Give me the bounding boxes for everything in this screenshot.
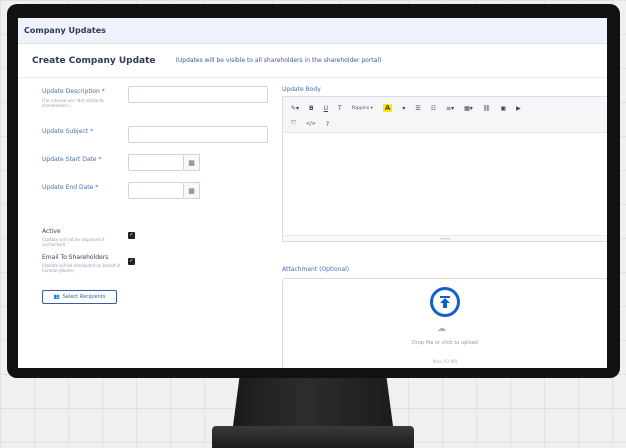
clear-format-button[interactable]: T — [338, 105, 342, 112]
upload-arrow-icon — [430, 287, 460, 317]
font-family-select[interactable]: Poppins ▾ — [352, 106, 373, 111]
bold-button[interactable]: B — [309, 105, 314, 112]
calendar-icon: ▦ — [188, 158, 195, 167]
active-label: Active — [42, 228, 61, 235]
upload-limit: Max 10 MB — [432, 360, 458, 365]
editor-resize-handle[interactable]: ≡≡≡ — [283, 235, 607, 241]
monitor-frame: Company Updates Create Company Update (U… — [7, 4, 620, 378]
code-view-button[interactable]: </> — [306, 121, 316, 127]
end-date-calendar-button[interactable]: ▦ — [184, 182, 200, 199]
screen: Company Updates Create Company Update (U… — [18, 18, 607, 368]
subject-input[interactable] — [128, 126, 268, 143]
ordered-list-icon[interactable]: ☷ — [431, 105, 436, 112]
page-title: Company Updates — [24, 26, 106, 35]
start-date-input[interactable] — [128, 154, 184, 171]
monitor-stand-base — [212, 426, 414, 448]
select-recipients-button[interactable]: 👥 Select Recipients — [42, 290, 117, 304]
form-note: (Updates will be visible to all sharehol… — [175, 57, 382, 64]
subject-label: Update Subject * — [42, 128, 93, 135]
body-label: Update Body — [282, 86, 321, 93]
description-label: Update Description * — [42, 88, 105, 95]
font-color-button[interactable]: A — [382, 104, 393, 112]
file-dropzone[interactable]: ☁ Drop file or click to upload Max 10 MB — [282, 278, 607, 368]
form-heading-row: Create Company Update (Updates will be v… — [18, 44, 607, 78]
help-button[interactable]: ? — [326, 121, 329, 128]
rich-text-editor[interactable]: ✎▾ B U T Poppins ▾ A ▾ ☰ ☷ ≡▾ ▦▾ ⛓ ▣ ▶ ⤧… — [282, 96, 607, 242]
link-icon[interactable]: ⛓ — [483, 105, 491, 112]
editor-toolbar: ✎▾ B U T Poppins ▾ A ▾ ☰ ☷ ≡▾ ▦▾ ⛓ ▣ ▶ ⤧… — [283, 97, 607, 133]
description-input[interactable] — [128, 86, 268, 103]
unordered-list-icon[interactable]: ☰ — [415, 105, 420, 112]
description-sublabel: (For internal use. Not visible to shareh… — [42, 98, 104, 108]
attachment-label: Attachment (Optional) — [282, 266, 350, 273]
end-date-input[interactable] — [128, 182, 184, 199]
active-checkbox[interactable]: ✓ — [128, 232, 135, 239]
upload-instruction: Drop file or click to upload — [412, 340, 478, 346]
form-heading: Create Company Update — [32, 55, 156, 66]
monitor-stand-neck — [233, 378, 393, 426]
users-icon: 👥 — [53, 294, 60, 300]
font-name: Poppins — [351, 105, 370, 111]
video-icon[interactable]: ▶ — [516, 105, 521, 112]
select-recipients-label: Select Recipients — [62, 294, 106, 300]
align-icon[interactable]: ≡▾ — [446, 105, 454, 112]
top-bar: Company Updates — [18, 18, 607, 44]
end-date-label: Update End Date * — [42, 184, 99, 191]
active-sublabel: (Update will not be displayed if uncheck… — [42, 237, 105, 247]
underline-button[interactable]: U — [324, 105, 328, 112]
image-icon[interactable]: ▣ — [500, 105, 506, 112]
cloud-upload-icon: ☁ — [437, 324, 446, 334]
fullscreen-icon[interactable]: ⤧ — [291, 120, 296, 128]
start-date-calendar-button[interactable]: ▦ — [184, 154, 200, 171]
magic-wand-icon[interactable]: ✎▾ — [291, 105, 299, 112]
email-label: Email To Shareholders — [42, 254, 109, 261]
email-sublabel: (Update will be distributed on behalf of… — [42, 263, 121, 273]
calendar-icon: ▦ — [188, 186, 195, 195]
start-date-label: Update Start Date * — [42, 156, 102, 163]
chevron-down-icon[interactable]: ▾ — [402, 105, 405, 112]
table-icon[interactable]: ▦▾ — [464, 105, 473, 112]
email-checkbox[interactable]: ✓ — [128, 258, 135, 265]
